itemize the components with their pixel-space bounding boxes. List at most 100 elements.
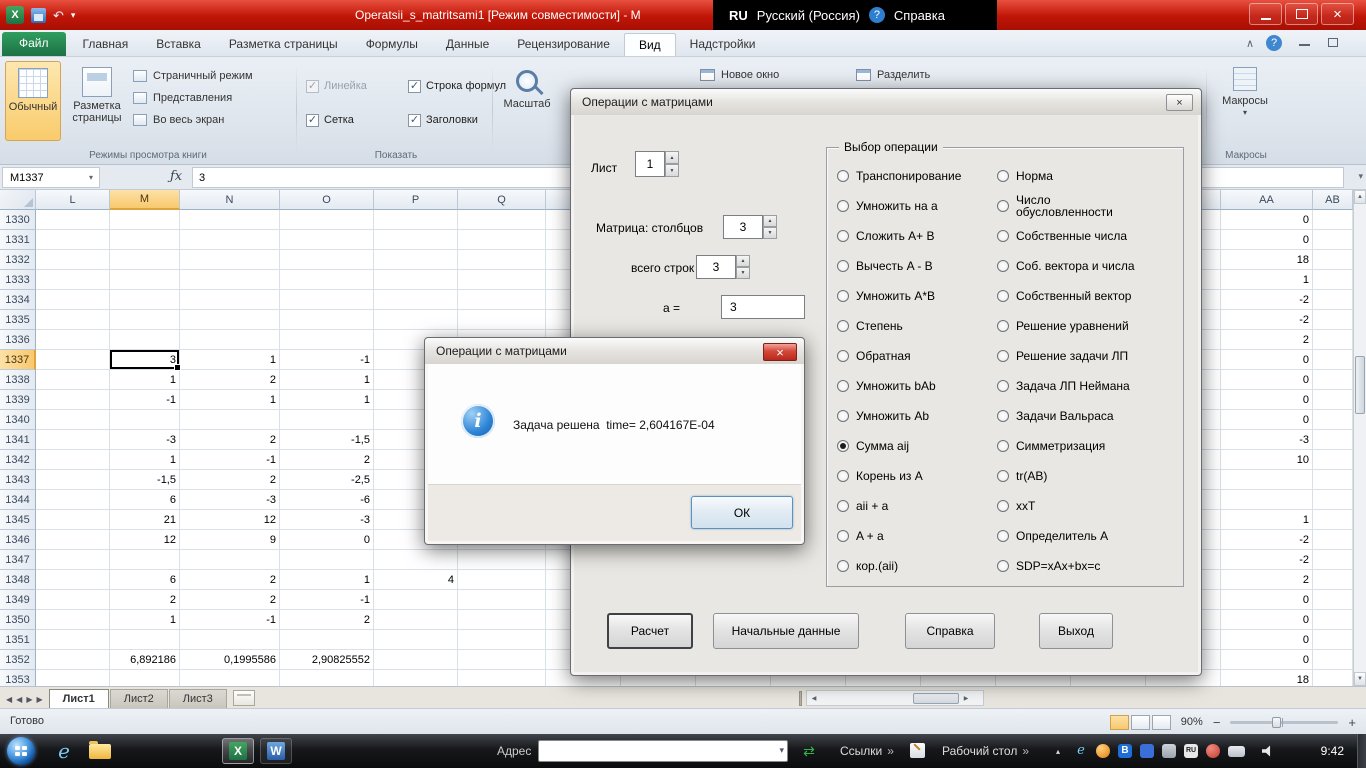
row-header-1346[interactable]: 1346 (0, 530, 36, 550)
cell-AA-1353[interactable]: 18 (1221, 670, 1313, 686)
cell-N-1351[interactable] (180, 630, 280, 650)
cell-AB-1334[interactable] (1313, 290, 1353, 310)
options-left-option-4[interactable]: Умножить A*B (837, 281, 1005, 311)
insert-function-icon[interactable]: ƒx (170, 169, 182, 184)
cell-P-1334[interactable] (374, 290, 458, 310)
cell-O-1353[interactable] (280, 670, 374, 686)
cell-AB-1333[interactable] (1313, 270, 1353, 290)
cell-P-1333[interactable] (374, 270, 458, 290)
cell-O-1333[interactable] (280, 270, 374, 290)
row-header-1348[interactable]: 1348 (0, 570, 36, 590)
options-right-option-7[interactable]: Задача ЛП Неймана (997, 371, 1185, 401)
cell-L-1353[interactable] (36, 670, 110, 686)
options-right-option-9[interactable]: Симметризация (997, 431, 1185, 461)
page-layout-view-button[interactable]: Разметка страницы (65, 61, 129, 141)
calc-button[interactable]: Расчет (607, 613, 693, 649)
cell-M-1350[interactable]: 1 (110, 610, 180, 630)
minimize-button[interactable] (1249, 3, 1282, 25)
spin-down-icon[interactable] (665, 164, 679, 177)
cell-N-1331[interactable] (180, 230, 280, 250)
cell-N-1349[interactable]: 2 (180, 590, 280, 610)
cell-M-1340[interactable] (110, 410, 180, 430)
options-right-option-13[interactable]: SDP=xAx+bx=c (997, 551, 1185, 581)
cell-P-1335[interactable] (374, 310, 458, 330)
options-right-option-3[interactable]: Соб. вектора и числа (997, 251, 1185, 281)
dialog-close-icon[interactable] (1166, 94, 1193, 111)
cell-L-1341[interactable] (36, 430, 110, 450)
cell-O-1352[interactable]: 2,90825552 (280, 650, 374, 670)
ok-button[interactable]: ОК (691, 496, 793, 529)
cell-N-1334[interactable] (180, 290, 280, 310)
cell-O-1330[interactable] (280, 210, 374, 230)
cell-M-1345[interactable]: 21 (110, 510, 180, 530)
options-right-option-11[interactable]: xxT (997, 491, 1185, 521)
cell-AB-1341[interactable] (1313, 430, 1353, 450)
help-button[interactable]: Справка (905, 613, 995, 649)
rows-spinner-arrows[interactable] (736, 255, 750, 279)
last-sheet-icon[interactable] (36, 695, 42, 704)
cell-P-1353[interactable] (374, 670, 458, 686)
zoom-level[interactable]: 90% (1181, 716, 1203, 728)
cell-AB-1348[interactable] (1313, 570, 1353, 590)
prev-sheet-icon[interactable] (16, 695, 22, 704)
options-right-option-4[interactable]: Собственный вектор (997, 281, 1185, 311)
checkbox-headings[interactable]: ✓ Заголовки (408, 113, 514, 127)
custom-views-button[interactable]: Представления (133, 87, 283, 109)
cell-AB-1344[interactable] (1313, 490, 1353, 510)
ribbon-tab-page-layout[interactable]: Разметка страницы (215, 33, 352, 56)
cell-O-1331[interactable] (280, 230, 374, 250)
ribbon-tab-addins[interactable]: Надстройки (676, 33, 770, 56)
address-input[interactable] (538, 740, 788, 762)
cell-P-1331[interactable] (374, 230, 458, 250)
cell-Q-1331[interactable] (458, 230, 546, 250)
horizontal-scroll-thumb[interactable] (913, 692, 959, 704)
cell-M-1342[interactable]: 1 (110, 450, 180, 470)
spin-up-icon[interactable] (736, 255, 750, 267)
row-header-1331[interactable]: 1331 (0, 230, 36, 250)
cols-spinner-arrows[interactable] (763, 215, 777, 239)
qat-dropdown-icon[interactable] (71, 10, 76, 21)
cell-L-1334[interactable] (36, 290, 110, 310)
cell-O-1337[interactable]: -1 (280, 350, 374, 370)
options-left-option-2[interactable]: Сложить A+ B (837, 221, 1005, 251)
cell-AA-1344[interactable] (1221, 490, 1313, 510)
column-header-L[interactable]: L (36, 190, 110, 210)
scroll-right-icon[interactable] (959, 695, 973, 702)
cell-Q-1335[interactable] (458, 310, 546, 330)
links-chevron-icon[interactable] (887, 744, 894, 758)
cell-Q-1330[interactable] (458, 210, 546, 230)
options-right-option-6[interactable]: Решение задачи ЛП (997, 341, 1185, 371)
cell-AA-1337[interactable]: 0 (1221, 350, 1313, 370)
cell-P-1352[interactable] (374, 650, 458, 670)
cell-N-1350[interactable]: -1 (180, 610, 280, 630)
cell-AB-1346[interactable] (1313, 530, 1353, 550)
options-left-option-5[interactable]: Степень (837, 311, 1005, 341)
cell-AA-1343[interactable] (1221, 470, 1313, 490)
ribbon-tab-file[interactable]: Файл (2, 32, 66, 56)
cols-spinner[interactable]: 3 (723, 215, 763, 239)
address-dropdown-icon[interactable] (779, 745, 784, 756)
row-header-1336[interactable]: 1336 (0, 330, 36, 350)
ribbon-tab-insert[interactable]: Вставка (142, 33, 215, 56)
cell-AA-1340[interactable]: 0 (1221, 410, 1313, 430)
cell-AB-1335[interactable] (1313, 310, 1353, 330)
cell-O-1334[interactable] (280, 290, 374, 310)
row-header-1334[interactable]: 1334 (0, 290, 36, 310)
cell-L-1337[interactable] (36, 350, 110, 370)
full-screen-button[interactable]: Во весь экран (133, 109, 283, 131)
options-left-option-1[interactable]: Умножить на a (837, 191, 1005, 221)
update-icon[interactable] (1096, 744, 1110, 758)
cell-L-1348[interactable] (36, 570, 110, 590)
cell-N-1345[interactable]: 12 (180, 510, 280, 530)
cell-AB-1350[interactable] (1313, 610, 1353, 630)
cell-AB-1337[interactable] (1313, 350, 1353, 370)
show-hidden-icons[interactable] (1056, 747, 1060, 756)
start-button[interactable] (7, 737, 35, 765)
ie-icon[interactable] (1074, 744, 1088, 758)
cell-M-1349[interactable]: 2 (110, 590, 180, 610)
excel-app-icon[interactable] (6, 6, 24, 24)
column-header-AB[interactable]: AB (1313, 190, 1353, 210)
vertical-scroll-thumb[interactable] (1355, 356, 1365, 414)
row-header-1353[interactable]: 1353 (0, 670, 36, 686)
cell-AA-1352[interactable]: 0 (1221, 650, 1313, 670)
